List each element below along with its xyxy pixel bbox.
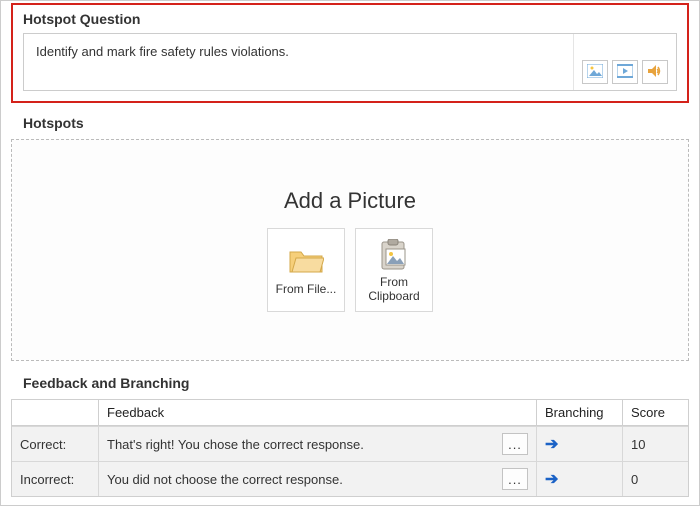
folder-icon bbox=[286, 243, 326, 281]
from-clipboard-label: From Clipboard bbox=[368, 276, 419, 304]
video-icon bbox=[617, 64, 633, 81]
header-feedback: Feedback bbox=[98, 400, 536, 425]
feedback-table: Feedback Branching Score Correct: That's… bbox=[11, 399, 689, 497]
add-picture-buttons: From File... From Clipboard bbox=[267, 228, 433, 312]
header-blank bbox=[12, 400, 98, 425]
score-input-correct[interactable]: 10 bbox=[631, 437, 645, 452]
from-file-button[interactable]: From File... bbox=[267, 228, 345, 312]
branching-button-incorrect[interactable]: ➔ bbox=[545, 469, 558, 489]
branching-button-correct[interactable]: ➔ bbox=[545, 434, 558, 454]
question-box: Identify and mark fire safety rules viol… bbox=[23, 33, 677, 91]
feedback-options-button[interactable]: ... bbox=[502, 433, 528, 455]
hotspot-question-panel: Hotspot Question Identify and mark fire … bbox=[11, 3, 689, 103]
feedback-title: Feedback and Branching bbox=[13, 369, 687, 395]
from-clipboard-button[interactable]: From Clipboard bbox=[355, 228, 433, 312]
insert-video-button[interactable] bbox=[612, 60, 638, 84]
row-label-correct: Correct: bbox=[12, 427, 98, 461]
media-toolbar bbox=[573, 34, 676, 90]
insert-audio-button[interactable] bbox=[642, 60, 668, 84]
question-text-input[interactable]: Identify and mark fire safety rules viol… bbox=[24, 34, 573, 90]
feedback-text-incorrect[interactable]: You did not choose the correct response. bbox=[107, 472, 496, 487]
table-row: Correct: That's right! You chose the cor… bbox=[12, 426, 688, 461]
score-input-incorrect[interactable]: 0 bbox=[631, 472, 638, 487]
feedback-section: Feedback and Branching bbox=[1, 361, 699, 395]
header-branching: Branching bbox=[536, 400, 622, 425]
feedback-header-row: Feedback Branching Score bbox=[12, 400, 688, 426]
insert-image-button[interactable] bbox=[582, 60, 608, 84]
hotspots-section: Hotspots bbox=[1, 109, 699, 135]
hotspots-canvas: Add a Picture From File... From Clipboar… bbox=[11, 139, 689, 361]
image-icon bbox=[587, 64, 603, 81]
header-score: Score bbox=[622, 400, 688, 425]
from-file-label: From File... bbox=[276, 283, 337, 297]
row-label-incorrect: Incorrect: bbox=[12, 462, 98, 496]
hotspots-title: Hotspots bbox=[13, 109, 687, 135]
clipboard-icon bbox=[374, 236, 414, 274]
hotspot-question-title: Hotspot Question bbox=[13, 5, 687, 29]
feedback-options-button[interactable]: ... bbox=[502, 468, 528, 490]
add-picture-heading: Add a Picture bbox=[284, 188, 416, 214]
audio-icon bbox=[647, 64, 663, 81]
feedback-text-correct[interactable]: That's right! You chose the correct resp… bbox=[107, 437, 496, 452]
table-row: Incorrect: You did not choose the correc… bbox=[12, 461, 688, 496]
